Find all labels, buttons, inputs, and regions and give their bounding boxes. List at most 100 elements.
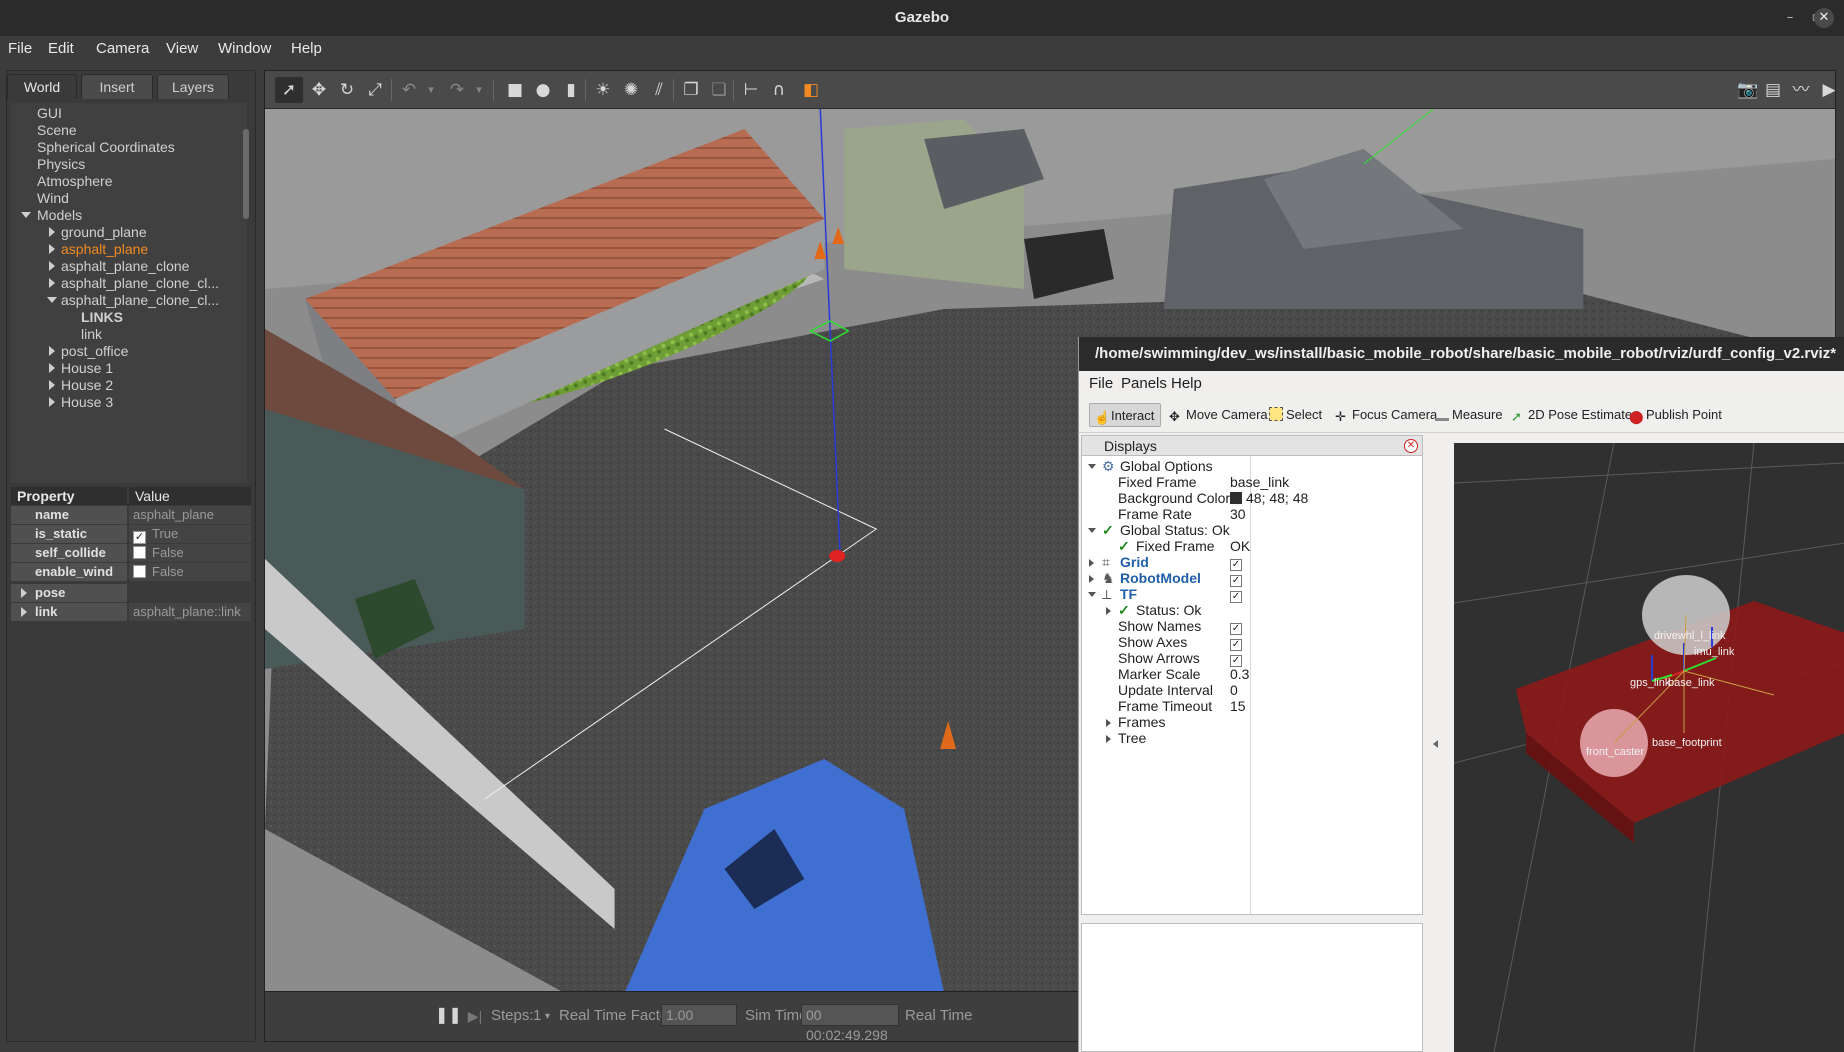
self-collide-checkbox[interactable] (133, 546, 146, 559)
display-value[interactable]: base_link (1230, 474, 1289, 490)
panel-splitter[interactable] (1431, 435, 1441, 1052)
change-view-icon[interactable]: ◧ (801, 80, 821, 100)
copy-icon[interactable]: ❐ (681, 80, 701, 100)
tab-layers[interactable]: Layers (157, 74, 229, 99)
rviz-menu-panels[interactable]: Panels (1121, 375, 1167, 392)
cylinder-shape-icon[interactable]: ▮ (561, 80, 581, 100)
snap-icon[interactable]: ∩ (769, 80, 789, 100)
tree-link-item[interactable]: link (81, 326, 102, 342)
tree-model-asphalt-plane[interactable]: asphalt_plane (61, 241, 148, 257)
undo-dropdown-icon[interactable]: ▾ (421, 80, 441, 100)
tree-item-physics[interactable]: Physics (37, 156, 85, 172)
tool-move-camera[interactable]: ✥ Move Camera (1165, 403, 1268, 427)
display-value[interactable]: 48; 48; 48 (1246, 490, 1308, 506)
expand-icon[interactable] (49, 261, 55, 271)
tree-model-house-3[interactable]: House 3 (61, 394, 113, 410)
color-swatch[interactable] (1230, 492, 1242, 504)
plot-icon[interactable]: 〰 (1791, 80, 1811, 100)
steps-value[interactable]: 1 (533, 1007, 541, 1024)
expand-icon[interactable] (1089, 559, 1094, 567)
tool-interact[interactable]: ☝Interact (1089, 403, 1161, 427)
property-value[interactable]: False (129, 544, 251, 562)
tree-model-asphalt-plane-clone-cl-1[interactable]: asphalt_plane_clone_cl... (61, 275, 219, 291)
expand-icon[interactable] (49, 244, 55, 254)
tab-insert[interactable]: Insert (81, 74, 153, 99)
steps-dropdown-icon[interactable]: ▾ (545, 1011, 550, 1022)
tree-model-asphalt-plane-clone[interactable]: asphalt_plane_clone (61, 258, 189, 274)
rviz-window[interactable]: /home/swimming/dev_ws/install/basic_mobi… (1078, 337, 1844, 1052)
menu-file[interactable]: File (8, 40, 32, 57)
tree-item-models[interactable]: Models (37, 207, 82, 223)
collapse-left-icon[interactable] (1433, 740, 1438, 748)
display-value[interactable]: 0.3 (1230, 666, 1249, 682)
menu-window[interactable]: Window (218, 40, 271, 57)
display-value[interactable]: 15 (1230, 698, 1246, 714)
property-row-pose[interactable]: pose (11, 584, 251, 602)
tree-model-post-office[interactable]: post_office (61, 343, 128, 359)
close-button[interactable]: ✕ (1814, 8, 1834, 28)
rviz-menu-file[interactable]: File (1089, 375, 1113, 392)
sphere-shape-icon[interactable]: ● (533, 80, 553, 100)
redo-dropdown-icon[interactable]: ▾ (469, 80, 489, 100)
collapse-icon[interactable] (1088, 592, 1096, 597)
display-row-tree[interactable]: Tree (1082, 729, 1422, 748)
expand-icon[interactable] (1106, 607, 1111, 615)
rviz-render[interactable] (1454, 443, 1844, 1052)
menu-edit[interactable]: Edit (48, 40, 74, 57)
tree-item-scene[interactable]: Scene (37, 122, 77, 138)
redo-icon[interactable]: ↷ (447, 80, 467, 100)
step-icon[interactable]: ▶| (465, 1006, 485, 1026)
tree-item-atmosphere[interactable]: Atmosphere (37, 173, 112, 189)
expand-icon[interactable] (49, 346, 55, 356)
tree-model-house-1[interactable]: House 1 (61, 360, 113, 376)
select-mode-icon[interactable]: ➚ (275, 77, 303, 103)
expand-icon[interactable] (49, 380, 55, 390)
expand-icon[interactable] (1106, 735, 1111, 743)
tool-measure[interactable]: Measure (1431, 403, 1503, 427)
tree-model-ground-plane[interactable]: ground_plane (61, 224, 147, 240)
tree-model-asphalt-plane-clone-cl-2[interactable]: asphalt_plane_clone_cl... (61, 292, 219, 308)
display-value[interactable]: 0 (1230, 682, 1238, 698)
property-row-link[interactable]: link asphalt_plane::link (11, 603, 251, 621)
enable-wind-checkbox[interactable] (133, 565, 146, 578)
tree-model-house-2[interactable]: House 2 (61, 377, 113, 393)
undo-icon[interactable]: ↶ (399, 80, 419, 100)
directional-light-icon[interactable]: ⫽ (649, 80, 669, 100)
collapse-icon[interactable] (1088, 464, 1096, 469)
tree-item-gui[interactable]: GUI (37, 105, 62, 121)
rviz-3d-view[interactable]: drivewhl_l_link imu_link gps_link base_l… (1454, 443, 1844, 1052)
tool-2d-pose-estimate[interactable]: ➚ 2D Pose Estimate (1507, 403, 1632, 427)
translate-mode-icon[interactable]: ✥ (309, 80, 329, 100)
menu-camera[interactable]: Camera (96, 40, 149, 57)
collapse-models-icon[interactable] (21, 212, 31, 218)
pause-icon[interactable]: ❚❚ (435, 1006, 462, 1026)
tool-focus-camera[interactable]: ✛ Focus Camera (1331, 403, 1437, 427)
spot-light-icon[interactable]: ✺ (621, 80, 641, 100)
property-row-enable-wind[interactable]: enable_wind False (11, 563, 251, 581)
rotate-mode-icon[interactable]: ↻ (337, 80, 357, 100)
property-row-self-collide[interactable]: self_collide False (11, 544, 251, 562)
expand-icon[interactable] (1089, 575, 1094, 583)
align-icon[interactable]: ⊢ (741, 80, 761, 100)
tree-item-spherical-coordinates[interactable]: Spherical Coordinates (37, 139, 175, 155)
display-value[interactable]: 30 (1230, 506, 1246, 522)
close-panel-icon[interactable]: ✕ (1404, 439, 1418, 453)
paste-icon[interactable]: ❏ (709, 80, 729, 100)
tree-scrollbar[interactable] (243, 129, 249, 219)
menu-view[interactable]: View (166, 40, 198, 57)
minimize-button[interactable]: – (1780, 8, 1800, 28)
property-row-name[interactable]: name asphalt_plane (11, 506, 251, 524)
scale-mode-icon[interactable]: ⤢ (365, 80, 385, 100)
expand-icon[interactable] (49, 397, 55, 407)
tool-publish-point[interactable]: ⬤ Publish Point (1625, 403, 1722, 427)
tool-select[interactable]: Select (1265, 403, 1322, 427)
log-icon[interactable]: ▤ (1763, 80, 1783, 100)
rviz-menu-help[interactable]: Help (1171, 375, 1202, 392)
tree-item-wind[interactable]: Wind (37, 190, 69, 206)
point-light-icon[interactable]: ☀ (593, 80, 613, 100)
expand-icon[interactable] (49, 363, 55, 373)
menu-help[interactable]: Help (291, 40, 322, 57)
screenshot-icon[interactable]: 📷 (1737, 80, 1758, 100)
expand-icon[interactable] (49, 278, 55, 288)
property-row-is-static[interactable]: is_static ✓ True (11, 525, 251, 544)
